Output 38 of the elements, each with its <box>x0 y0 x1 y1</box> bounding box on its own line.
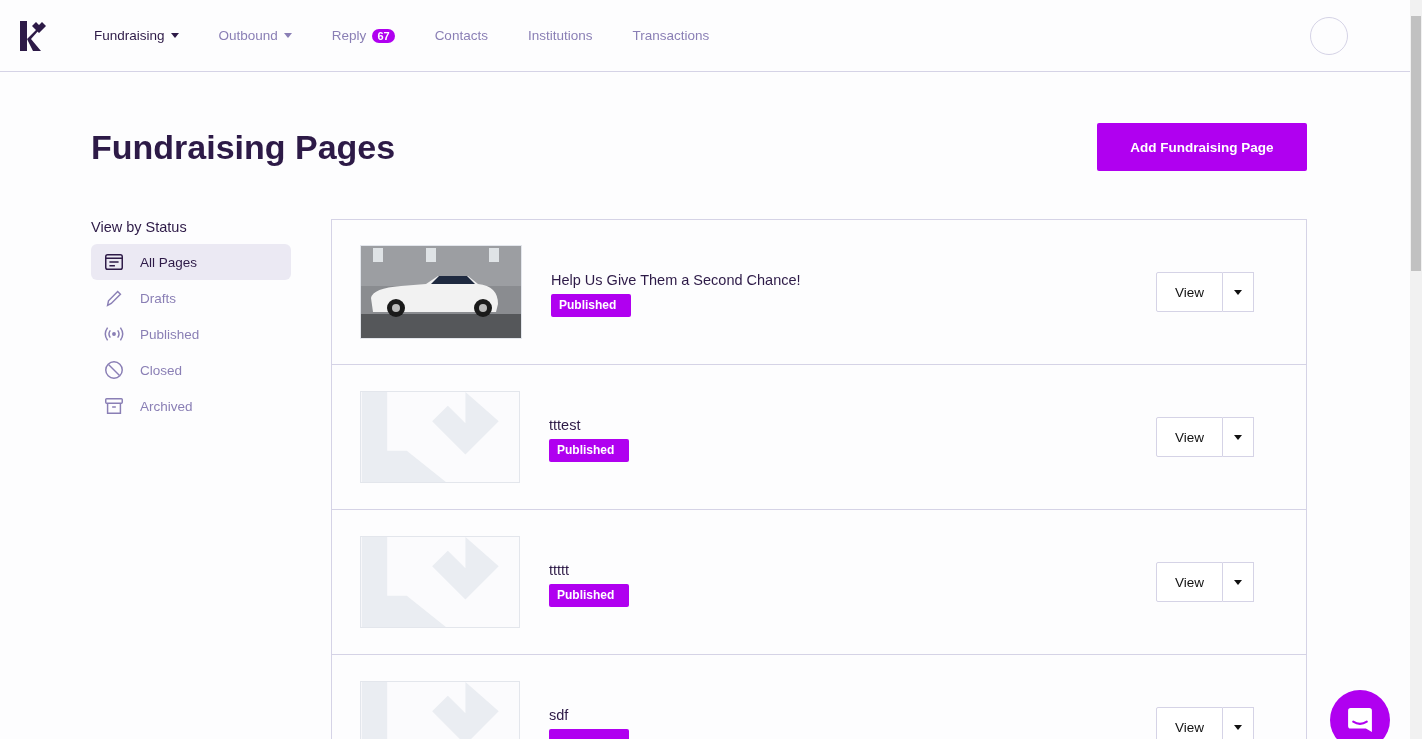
view-button[interactable]: View <box>1156 562 1223 602</box>
add-page-button[interactable]: Add Fundraising Page <box>1097 123 1307 171</box>
placeholder-logo-icon <box>360 536 520 628</box>
sidebar-item[interactable]: Published <box>91 316 291 352</box>
sidebar-heading: View by Status <box>91 219 188 235</box>
scrollbar[interactable] <box>1410 0 1422 739</box>
status-badge: Published <box>551 293 631 317</box>
placeholder-logo-icon <box>360 391 520 483</box>
page-title-text[interactable]: Help Us Give Them a Second Chance! <box>551 271 801 288</box>
count-badge: 67 <box>372 28 395 43</box>
sidebar-item[interactable]: Closed <box>91 352 291 388</box>
nav-link[interactable]: Institutions <box>527 28 593 43</box>
chat-button[interactable] <box>1330 690 1390 739</box>
page-title-text[interactable]: tttest <box>549 416 581 433</box>
nav-link[interactable]: Reply 67 <box>331 28 395 43</box>
page-title: Fundraising Pages <box>91 127 396 167</box>
nav-link[interactable]: Contacts <box>434 28 488 43</box>
view-button[interactable]: View <box>1156 707 1223 739</box>
page-title-text[interactable]: sdf <box>549 706 569 723</box>
page-title-text[interactable]: ttttt <box>549 561 570 578</box>
archive-box-icon <box>103 395 125 417</box>
nav-link[interactable]: Outbound <box>218 28 292 43</box>
view-button[interactable]: View <box>1156 272 1223 312</box>
dropdown-button[interactable] <box>1223 562 1254 602</box>
dropdown-button[interactable] <box>1223 272 1254 312</box>
sidebar-item[interactable]: All Pages <box>91 244 291 280</box>
status-badge: Published <box>549 583 629 607</box>
sidebar-item[interactable]: Drafts <box>91 280 291 316</box>
status-badge: Published <box>549 438 629 462</box>
nav-link[interactable]: Transactions <box>632 28 710 43</box>
prohibited-icon <box>103 359 125 381</box>
logo-icon[interactable] <box>20 20 46 51</box>
document-icon <box>103 251 125 273</box>
nav-link[interactable]: Fundraising <box>94 28 179 43</box>
dropdown-button[interactable] <box>1223 707 1254 739</box>
sidebar-item[interactable]: Archived <box>91 388 291 424</box>
view-button[interactable]: View <box>1156 417 1223 457</box>
dropdown-button[interactable] <box>1223 417 1254 457</box>
